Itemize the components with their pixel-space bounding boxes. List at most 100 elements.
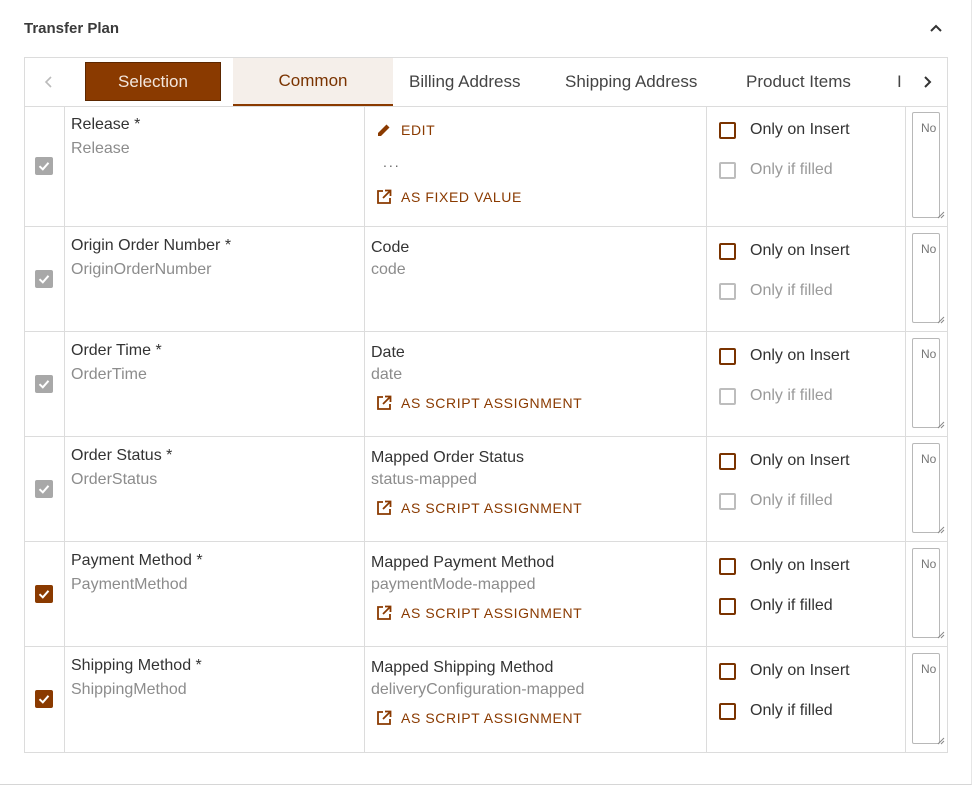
assignment-mode-link[interactable]: AS SCRIPT ASSIGNMENT [375, 499, 582, 517]
target-field-cell: Payment Method * PaymentMethod [64, 542, 365, 646]
only-on-insert-checkbox[interactable]: Only on Insert [719, 452, 850, 470]
assignment-mode-link[interactable]: AS SCRIPT ASSIGNMENT [375, 394, 582, 412]
row-select-cell [24, 437, 65, 541]
options-cell: Only on Insert Only if filled [706, 542, 906, 646]
assignment-mode-link[interactable]: AS SCRIPT ASSIGNMENT [375, 709, 582, 727]
checkmark-icon [38, 589, 50, 599]
resize-grip-icon[interactable] [936, 311, 945, 329]
target-field-cell: Shipping Method * ShippingMethod [64, 647, 365, 752]
only-on-insert-label: Only on Insert [750, 662, 850, 679]
resize-grip-icon[interactable] [936, 521, 945, 539]
row-enabled-checkbox[interactable] [35, 584, 53, 603]
options-cell: Only on Insert Only if filled [706, 227, 906, 331]
resize-grip-icon[interactable] [936, 416, 945, 434]
source-field-key: paymentMode-mapped [371, 576, 536, 593]
assignment-mode-link[interactable]: AS SCRIPT ASSIGNMENT [375, 604, 582, 622]
note-cell: No [905, 106, 948, 226]
target-field-label: Payment Method * [71, 552, 203, 569]
open-external-icon [377, 710, 392, 725]
note-textarea[interactable]: No [912, 653, 940, 744]
row-enabled-checkbox[interactable] [35, 690, 53, 708]
source-mapping-cell: Date date AS SCRIPT ASSIGNMENT [364, 332, 707, 436]
only-on-insert-label: Only on Insert [750, 557, 850, 574]
row-select-cell [24, 227, 65, 331]
target-field-key: Release [71, 140, 130, 157]
target-field-cell: Release * Release [64, 106, 365, 226]
panel-header: Transfer Plan [0, 0, 972, 58]
source-mapping-cell: EDIT... AS FIXED VALUE [364, 106, 707, 226]
note-textarea[interactable]: No [912, 548, 940, 638]
only-if-filled-label: Only if filled [750, 282, 833, 299]
only-if-filled-checkbox: Only if filled [719, 161, 833, 179]
source-field-label: Date [371, 344, 405, 361]
target-field-cell: Origin Order Number * OriginOrderNumber [64, 227, 365, 331]
source-mapping-cell: Mapped Payment Method paymentMode-mapped A… [364, 542, 707, 646]
only-if-filled-checkbox[interactable]: Only if filled [719, 702, 833, 720]
assignment-mode-link[interactable]: AS FIXED VALUE [375, 188, 522, 206]
only-if-filled-label: Only if filled [750, 597, 833, 614]
only-on-insert-checkbox[interactable]: Only on Insert [719, 347, 850, 365]
source-mapping-cell: Code code [364, 227, 707, 331]
target-field-label: Order Status * [71, 447, 173, 464]
only-on-insert-checkbox[interactable]: Only on Insert [719, 121, 850, 139]
edit-button[interactable]: EDIT [375, 121, 435, 139]
source-field-label: Code [371, 239, 410, 256]
open-external-icon [377, 395, 392, 410]
open-external-icon [377, 605, 392, 620]
only-if-filled-checkbox[interactable]: Only if filled [719, 597, 833, 615]
open-external-icon [377, 500, 392, 515]
note-textarea[interactable]: No [912, 233, 940, 323]
only-on-insert-label: Only on Insert [750, 452, 850, 469]
tab-product-items[interactable]: Product Items [746, 58, 851, 106]
only-on-insert-label: Only on Insert [750, 121, 850, 138]
only-on-insert-checkbox[interactable]: Only on Insert [719, 242, 850, 260]
source-mapping-cell: Mapped Order Status status-mapped AS SCRIP… [364, 437, 707, 541]
tab-scroll-right-button[interactable] [907, 58, 947, 106]
target-field-key: PaymentMethod [71, 576, 188, 593]
resize-grip-icon[interactable] [936, 206, 945, 224]
table-row: Order Status * OrderStatus Mapped Order St… [24, 437, 948, 542]
row-enabled-checkbox [35, 269, 53, 288]
tab-scroll-left-button[interactable] [29, 58, 69, 106]
assignment-mode-label: AS SCRIPT ASSIGNMENT [401, 710, 583, 726]
table-row: Payment Method * PaymentMethod Mapped Paym… [24, 542, 948, 647]
panel-title: Transfer Plan [24, 20, 120, 37]
row-select-cell [24, 542, 65, 646]
row-select-cell [24, 106, 65, 226]
chevron-up-icon [930, 24, 942, 32]
note-textarea[interactable]: No [912, 112, 940, 218]
chevron-left-icon [44, 76, 52, 88]
only-on-insert-checkbox[interactable]: Only on Insert [719, 662, 850, 680]
resize-grip-icon[interactable] [936, 626, 945, 644]
edit-label: EDIT [401, 122, 436, 138]
source-field-key: code [371, 261, 406, 278]
note-textarea[interactable]: No [912, 443, 940, 533]
collapse-button[interactable] [926, 18, 946, 38]
checkmark-icon [38, 161, 50, 171]
note-textarea[interactable]: No [912, 338, 940, 428]
checkmark-icon [38, 274, 50, 284]
source-mapping-cell: Mapped Shipping Method deliveryConfigurat… [364, 647, 707, 752]
tab-selection[interactable]: Selection [85, 62, 221, 101]
assignment-mode-label: AS SCRIPT ASSIGNMENT [401, 500, 583, 516]
target-field-label: Shipping Method * [71, 657, 202, 674]
table-row: Shipping Method * ShippingMethod Mapped Sh… [24, 647, 948, 753]
options-cell: Only on Insert Only if filled [706, 332, 906, 436]
resize-grip-icon[interactable] [936, 732, 945, 750]
transfer-plan-panel: Transfer Plan Selection Common Billing A… [0, 0, 972, 785]
tab-billing-address[interactable]: Billing Address [409, 58, 521, 106]
only-on-insert-label: Only on Insert [750, 242, 850, 259]
note-cell: No [905, 227, 948, 331]
only-if-filled-label: Only if filled [750, 492, 833, 509]
source-field-label: Mapped Shipping Method [371, 659, 554, 676]
tab-common[interactable]: Common [233, 58, 393, 106]
only-if-filled-checkbox: Only if filled [719, 492, 833, 510]
tab-truncated[interactable]: I [897, 58, 903, 106]
table-row: Origin Order Number * OriginOrderNumber Co… [24, 227, 948, 332]
target-field-label: Release * [71, 116, 141, 133]
note-cell: No [905, 647, 948, 752]
target-field-key: OrderStatus [71, 471, 158, 488]
row-enabled-checkbox [35, 374, 53, 393]
tab-shipping-address[interactable]: Shipping Address [565, 58, 697, 106]
only-on-insert-checkbox[interactable]: Only on Insert [719, 557, 850, 575]
